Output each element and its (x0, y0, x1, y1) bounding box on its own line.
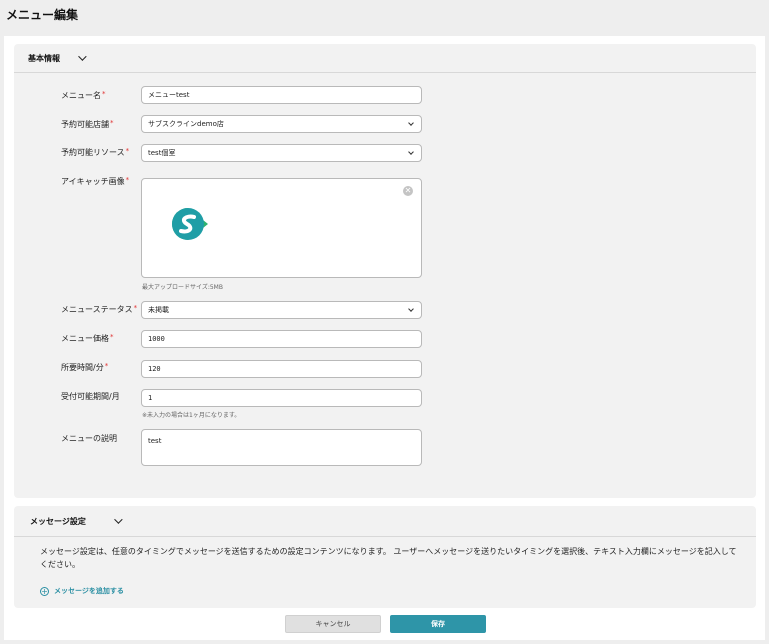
eyecatch-label: アイキャッチ画像* (61, 176, 129, 187)
basic-info-title: 基本情報 (28, 53, 60, 63)
chevron-down-icon (408, 149, 414, 155)
cancel-button[interactable]: キャンセル (285, 615, 381, 633)
required-mark: * (102, 90, 106, 98)
resource-select-value: test個室 (148, 149, 176, 157)
price-input[interactable]: 1000 (141, 330, 422, 348)
description-label: メニューの説明 (61, 434, 117, 443)
resource-label-text: 予約可能リソース (61, 148, 125, 157)
chevron-down-icon (408, 306, 414, 312)
period-input[interactable]: 1 (141, 389, 422, 407)
eyecatch-upload[interactable]: ✕ (141, 178, 422, 278)
duration-label: 所要時間/分* (61, 362, 108, 373)
menu-name-label: メニュー名* (61, 90, 106, 101)
price-label: メニュー価格* (61, 333, 114, 344)
description-textarea[interactable]: test (141, 429, 422, 466)
status-label: メニューステータス* (61, 304, 137, 315)
eyecatch-label-text: アイキャッチ画像 (61, 177, 125, 186)
add-message-button[interactable]: + メッセージを追加する (40, 586, 124, 596)
store-select[interactable]: サブスクラインdemo店 (141, 115, 422, 133)
required-mark: * (110, 333, 114, 341)
duration-input[interactable]: 120 (141, 360, 422, 378)
store-select-value: サブスクラインdemo店 (148, 120, 224, 128)
basic-info-panel: 基本情報 メニュー名* メニューtest 予約可能店舗* サブスクラインdemo… (14, 44, 756, 498)
menu-name-input[interactable]: メニューtest (141, 86, 422, 104)
message-description: メッセージ設定は、任意のタイミングでメッセージを送信するための設定コンテンツにな… (40, 547, 737, 569)
store-label-text: 予約可能店舗 (61, 120, 109, 129)
price-label-text: メニュー価格 (61, 334, 109, 343)
duration-label-text: 所要時間/分 (61, 363, 104, 372)
required-mark: * (125, 147, 130, 155)
basic-info-header[interactable]: 基本情報 (14, 44, 756, 73)
chevron-down-icon (408, 120, 414, 126)
resource-select[interactable]: test個室 (141, 144, 422, 162)
status-select-value: 未掲載 (148, 306, 169, 314)
add-message-label: メッセージを追加する (54, 587, 124, 595)
menu-name-label-text: メニュー名 (61, 91, 101, 100)
store-label: 予約可能店舗* (61, 119, 114, 130)
logo-icon (172, 208, 208, 240)
page-title: メニュー編集 (6, 8, 79, 22)
status-select[interactable]: 未掲載 (141, 301, 422, 319)
required-mark: * (110, 119, 114, 127)
message-title: メッセージ設定 (30, 516, 86, 526)
save-button[interactable]: 保存 (390, 615, 486, 633)
required-mark: * (125, 176, 130, 184)
required-mark: * (104, 362, 109, 370)
period-hint: ※未入力の場合は1ヶ月になります。 (142, 412, 241, 419)
resource-label: 予約可能リソース* (61, 147, 129, 158)
chevron-down-icon[interactable] (114, 515, 123, 524)
content-card: 基本情報 メニュー名* メニューtest 予約可能店舗* サブスクラインdemo… (4, 36, 765, 640)
close-icon[interactable]: ✕ (403, 186, 413, 196)
plus-circle-icon: + (40, 586, 49, 596)
message-header[interactable]: メッセージ設定 (14, 506, 756, 537)
upload-size-hint: 最大アップロードサイズ:5MB (142, 284, 223, 291)
period-label: 受付可能期間/月 (61, 392, 120, 401)
message-panel: メッセージ設定 メッセージ設定は、任意のタイミングでメッセージを送信するための設… (14, 506, 756, 608)
required-mark: * (133, 304, 138, 312)
status-label-text: メニューステータス (61, 305, 133, 314)
chevron-down-icon[interactable] (78, 52, 87, 61)
